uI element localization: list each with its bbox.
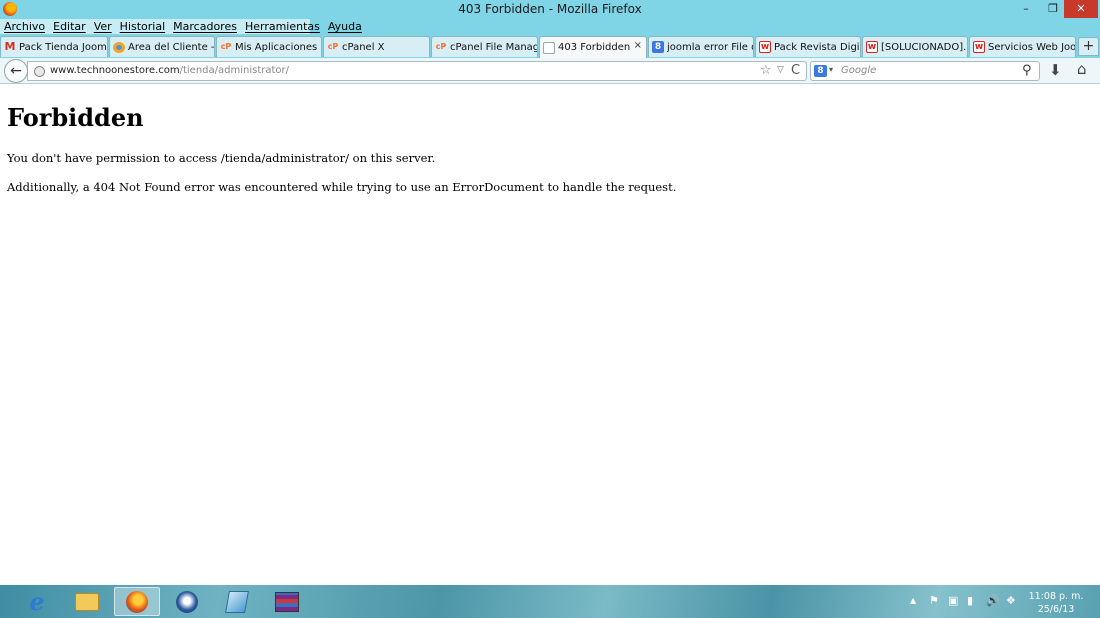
network-signal-icon[interactable]: ▮ [967,594,973,618]
tab-mis-aplicaciones[interactable]: cP Mis Aplicaciones (... [216,36,322,57]
title-bar: 403 Forbidden - Mozilla Firefox – ❐ ✕ [0,0,1100,19]
cpanel-icon: cP [435,42,447,51]
volume-icon[interactable]: 🔊 [986,594,1000,618]
menu-ayuda[interactable]: Ayuda [324,19,366,34]
winrar-icon[interactable] [264,587,310,616]
internet-explorer-icon[interactable]: e [14,587,60,616]
tab-label: Área del Cliente - ... [128,41,214,53]
close-button[interactable]: ✕ [1064,0,1098,18]
blank-page-icon [543,41,555,54]
action-center-flag-icon[interactable]: ⚑ [929,594,939,618]
tab-area-cliente[interactable]: Área del Cliente - ... [109,36,215,57]
additional-message: Additionally, a 404 Not Found error was … [7,180,677,194]
firefox-icon[interactable] [114,587,160,616]
tab-label: Pack Tienda Joom... [19,41,107,53]
new-tab-button[interactable]: + [1078,37,1099,56]
display-icon[interactable]: ▣ [948,594,958,618]
search-bar[interactable]: 8 ▾ Google ⚲ [810,61,1040,81]
page-heading: Forbidden [7,103,144,132]
menu-editar[interactable]: Editar [49,19,90,34]
client-area-icon [113,41,125,53]
home-icon[interactable]: ⌂ [1077,60,1087,78]
maximize-button[interactable]: ❐ [1040,0,1066,18]
cpanel-icon: cP [327,42,339,51]
cpanel-icon: cP [220,42,232,51]
tab-label: 403 Forbidden [558,42,631,53]
search-engine-icon[interactable]: 8 [814,65,827,77]
tab-solucionado[interactable]: w [SOLUCIONADO]... [862,36,968,57]
menu-archivo[interactable]: Archivo [0,19,49,34]
globe-icon [34,66,45,77]
tab-label: Pack Revista Digit... [774,41,860,53]
bookmark-star-icon[interactable]: ☆ [760,63,772,78]
menu-bar: Archivo Editar Ver Historial Marcadores … [0,19,1100,34]
menu-ver[interactable]: Ver [90,19,116,34]
url-bar[interactable]: www.technoonestore.com/tienda/administra… [27,61,807,81]
tab-joomla-error[interactable]: 8 joomla error File d... [648,36,754,57]
search-placeholder: Google [841,65,877,76]
chevron-down-icon[interactable]: ▾ [829,65,833,74]
url-text: www.technoonestore.com/tienda/administra… [50,65,289,76]
tab-label: Servicios Web Joo... [988,41,1075,53]
tab-strip: M Pack Tienda Joom... Área del Cliente -… [0,34,1100,58]
file-explorer-icon[interactable] [64,587,110,616]
tab-cpanel-x[interactable]: cP cPanel X [323,36,430,57]
tray-app-icon[interactable]: ❖ [1006,594,1016,618]
url-path: /tienda/administrator/ [179,65,290,76]
tab-label: [SOLUCIONADO]... [881,41,967,53]
w-icon: w [973,41,985,53]
tab-label: cPanel File Manag... [450,41,537,53]
notepad-icon[interactable] [214,587,260,616]
tab-label: cPanel X [342,41,385,53]
search-icon[interactable]: ⚲ [1022,63,1032,78]
taskbar-clock[interactable]: 11:08 p. m. 25/6/13 [1028,590,1084,616]
tab-label: Mis Aplicaciones (... [235,41,321,53]
reload-icon[interactable]: C [791,63,800,78]
tab-close-icon[interactable]: × [634,40,642,51]
menu-marcadores[interactable]: Marcadores [169,19,241,34]
error-message: You don't have permission to access /tie… [7,151,436,165]
tab-servicios-web[interactable]: w Servicios Web Joo... [969,36,1076,57]
url-domain: www.technoonestore.com [50,65,180,76]
navigation-bar: www.technoonestore.com/tienda/administra… [0,58,1100,84]
tab-cpanel-file-manager[interactable]: cP cPanel File Manag... [431,36,538,57]
w-icon: w [759,41,771,53]
clock-date: 25/6/13 [1037,604,1075,615]
tab-label: joomla error File d... [667,41,753,53]
google-icon: 8 [652,41,664,53]
window-title: 403 Forbidden - Mozilla Firefox [458,2,642,16]
tab-pack-revista[interactable]: w Pack Revista Digit... [755,36,861,57]
gmail-icon: M [4,40,16,53]
download-icon[interactable]: ⬇ [1049,61,1062,79]
show-hidden-icons-icon[interactable]: ▲ [910,596,916,618]
back-button[interactable]: ← [4,59,28,83]
thunderbird-icon[interactable] [164,587,210,616]
w-icon: w [866,41,878,53]
page-content: Forbidden You don't have permission to a… [0,85,1100,585]
tab-pack-tienda[interactable]: M Pack Tienda Joom... [0,36,108,57]
menu-historial[interactable]: Historial [116,19,169,34]
minimize-button[interactable]: – [1013,0,1039,18]
clock-time: 11:08 p. m. [1028,591,1084,602]
tab-403-forbidden[interactable]: 403 Forbidden × [539,36,647,58]
menu-herramientas[interactable]: Herramientas [241,19,324,34]
history-dropdown-icon[interactable]: ▽ [777,65,784,75]
